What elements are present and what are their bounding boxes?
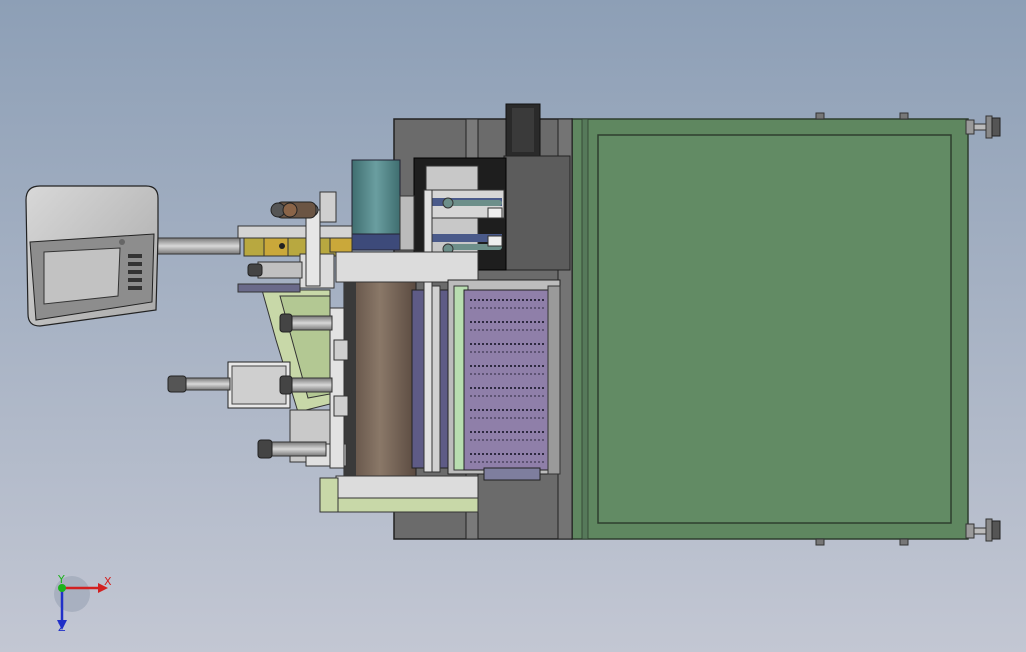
triad-z-label: Z	[58, 621, 66, 634]
feed-roller	[343, 281, 417, 477]
hmi-panel	[25, 185, 159, 327]
model-canvas[interactable]	[0, 0, 1026, 652]
comb-block	[447, 279, 561, 481]
hmi-arm	[155, 237, 241, 255]
triad-y-label: Y	[58, 573, 65, 586]
triad-x-label: X	[104, 575, 112, 588]
main-frame	[571, 118, 969, 540]
cad-viewport[interactable]: X Y Z	[0, 0, 1026, 652]
